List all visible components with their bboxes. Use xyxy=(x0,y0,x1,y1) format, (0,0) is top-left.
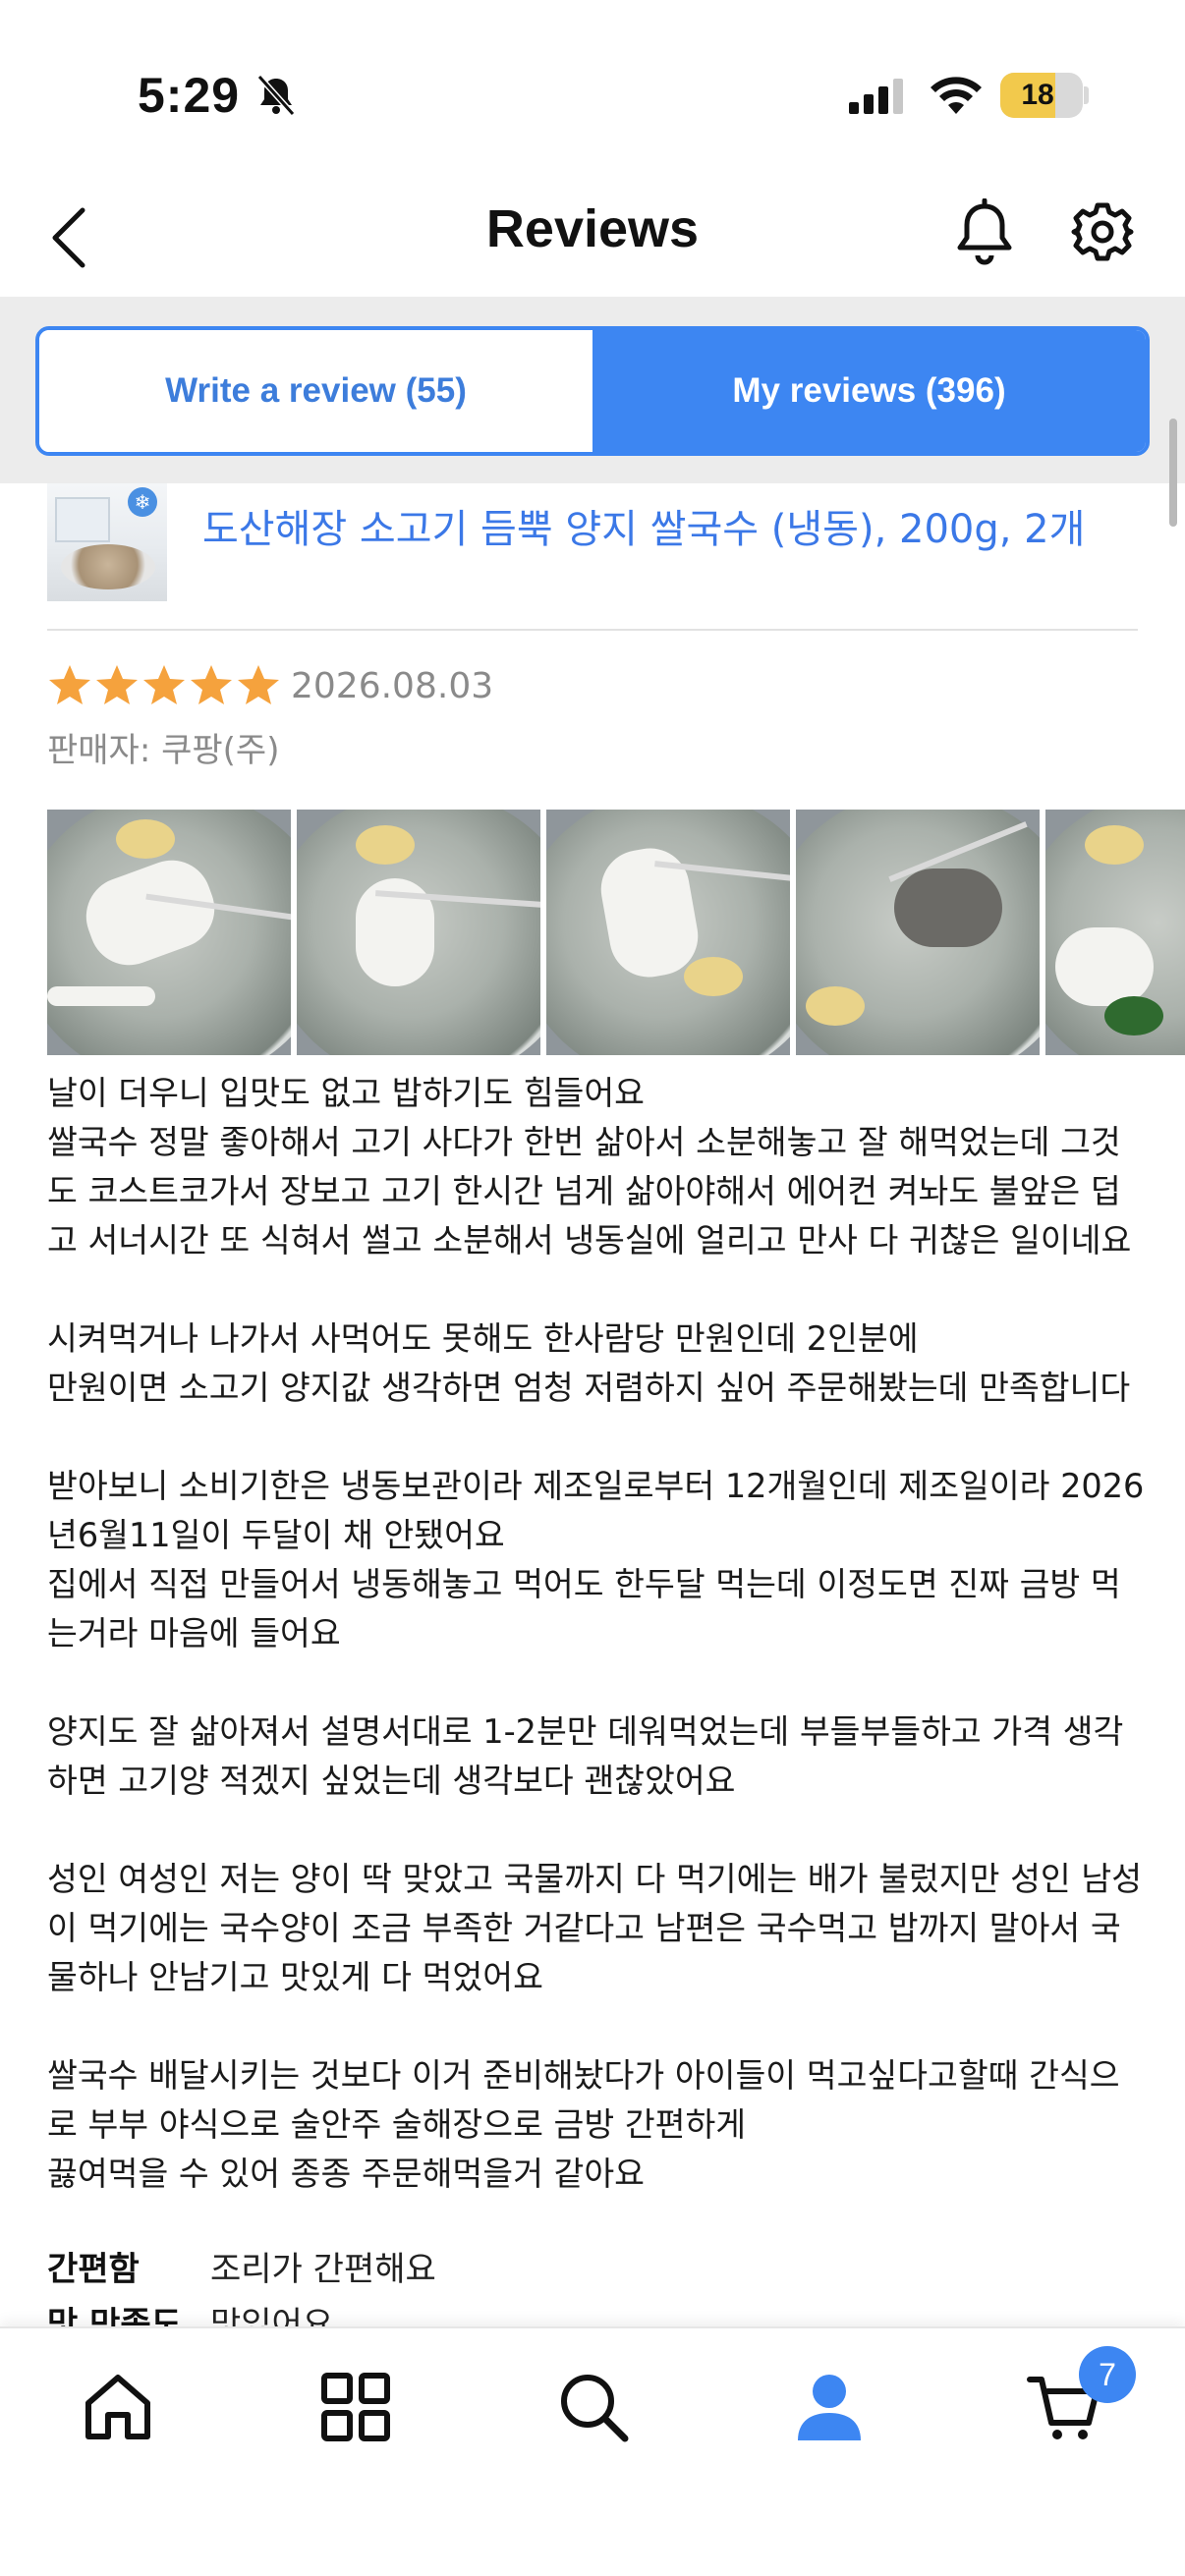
star-rating xyxy=(47,663,281,708)
review-photo[interactable] xyxy=(297,810,540,1055)
bell-off-icon xyxy=(256,74,296,117)
review-text: 날이 더우니 입맛도 없고 밥하기도 힘들어요 쌀국수 정말 좋아해서 고기 사… xyxy=(47,1069,1148,2199)
battery-icon: 18 xyxy=(1000,73,1083,118)
star-icon xyxy=(191,665,232,704)
product-thumbnail[interactable]: ❄ xyxy=(47,483,167,601)
settings-gear-icon[interactable] xyxy=(1071,198,1134,265)
rating-row: 2026.08.03 xyxy=(47,658,493,713)
review-date: 2026.08.03 xyxy=(291,665,494,706)
review-paragraph: 성인 여성인 저는 양이 딱 맞았고 국물까지 다 먹기에는 배가 불렀지만 성… xyxy=(47,1860,1143,1996)
tab-write-review[interactable]: Write a review (55) xyxy=(39,330,592,452)
review-content: ❄ 도산해장 소고기 듬뿍 양지 쌀국수 (냉동), 200g, 2개 2026… xyxy=(0,483,1185,2326)
review-tabs: Write a review (55) My reviews (396) xyxy=(35,326,1150,456)
review-tabs-area: Write a review (55) My reviews (396) xyxy=(0,297,1185,483)
battery-tip xyxy=(1084,86,1089,104)
star-icon xyxy=(49,665,90,704)
star-icon xyxy=(96,665,138,704)
frozen-snowflake-icon: ❄ xyxy=(128,487,157,517)
review-photo[interactable] xyxy=(1045,810,1185,1055)
product-row[interactable]: ❄ 도산해장 소고기 듬뿍 양지 쌀국수 (냉동), 200g, 2개 xyxy=(47,483,1138,631)
review-attributes: 간편함 조리가 간편해요 맛 만족도 맛있어요 xyxy=(47,2238,1148,2327)
review-paragraph: 받아보니 소비기한은 냉동보관이라 제조일로부터 12개월인데 제조일이라 20… xyxy=(47,1467,1145,1652)
review-paragraph: 양지도 잘 삶아져서 설명서대로 1-2분만 데워먹었는데 부들부들하고 가격 … xyxy=(47,1712,1124,1800)
attribute-value: 조리가 간편해요 xyxy=(210,2249,436,2289)
seller-name: 판매자: 쿠팡(주) xyxy=(47,731,280,770)
product-package-image xyxy=(55,497,110,542)
review-paragraph: 시켜먹거나 나가서 사먹어도 못해도 한사람당 만원인데 2인분에 만원이면 소… xyxy=(47,1319,1131,1407)
attribute-key: 간편함 xyxy=(47,2249,140,2289)
star-icon xyxy=(238,665,279,704)
cart-count-badge: 7 xyxy=(1079,2346,1136,2403)
star-icon xyxy=(143,665,185,704)
search-icon[interactable] xyxy=(554,2368,633,2446)
notification-bell-icon[interactable] xyxy=(953,198,1016,269)
review-paragraph: 날이 더우니 입맛도 없고 밥하기도 힘들어요 쌀국수 정말 좋아해서 고기 사… xyxy=(47,1074,1132,1260)
review-photo[interactable] xyxy=(796,810,1040,1055)
categories-icon[interactable] xyxy=(316,2368,395,2446)
status-bar: 5:29 18 xyxy=(0,0,1185,177)
wifi-icon xyxy=(931,77,982,114)
cellular-signal-icon xyxy=(849,79,903,114)
attribute-row: 맛 만족도 맛있어요 xyxy=(47,2293,1148,2327)
status-time: 5:29 xyxy=(138,68,241,123)
attribute-key: 맛 만족도 xyxy=(47,2304,182,2327)
home-icon[interactable] xyxy=(79,2368,157,2446)
my-account-icon[interactable] xyxy=(790,2368,869,2446)
header: Reviews xyxy=(0,177,1185,297)
attribute-value: 맛있어요 xyxy=(210,2304,334,2327)
review-photo[interactable] xyxy=(47,810,291,1055)
attribute-row: 간편함 조리가 간편해요 xyxy=(47,2238,1148,2293)
bottom-nav xyxy=(0,2326,1185,2576)
review-photo-strip[interactable] xyxy=(47,810,1185,1055)
battery-percentage: 18 xyxy=(1021,79,1054,111)
tab-my-reviews[interactable]: My reviews (396) xyxy=(592,330,1146,452)
product-bowl-image xyxy=(61,544,155,589)
review-photo[interactable] xyxy=(546,810,790,1055)
review-paragraph: 쌀국수 배달시키는 것보다 이거 준비해놨다가 아이들이 먹고싶다고할때 간식으… xyxy=(47,2056,1120,2193)
product-name-link[interactable]: 도산해장 소고기 듬뿍 양지 쌀국수 (냉동), 200g, 2개 xyxy=(202,497,1085,554)
